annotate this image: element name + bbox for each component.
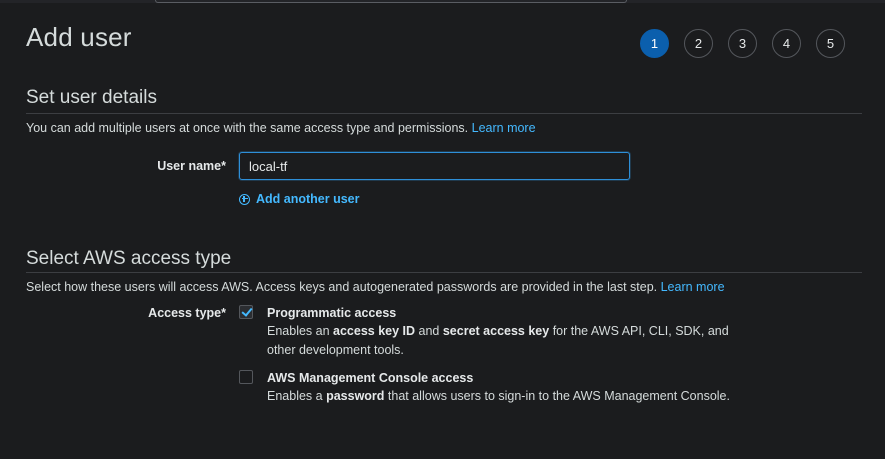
add-another-user-button[interactable]: Add another user: [239, 192, 360, 206]
user-details-learn-more-link[interactable]: Learn more: [472, 121, 536, 135]
step-5[interactable]: 5: [816, 29, 845, 58]
user-details-description-text: You can add multiple users at once with …: [26, 121, 469, 135]
access-type-description-text: Select how these users will access AWS. …: [26, 280, 658, 294]
page-title: Add user: [26, 22, 132, 52]
step-3[interactable]: 3: [728, 29, 757, 58]
programmatic-access-checkbox[interactable]: [239, 305, 253, 319]
step-2[interactable]: 2: [684, 29, 713, 58]
section-divider: [26, 113, 862, 114]
desc-text: Enables an: [267, 324, 334, 338]
console-access-checkbox[interactable]: [239, 370, 253, 384]
programmatic-access-title[interactable]: Programmatic access: [267, 306, 396, 320]
access-type-title: Select AWS access type: [26, 248, 232, 269]
section-divider: [26, 272, 862, 273]
search-bar-edge[interactable]: [155, 0, 627, 3]
desc-text: that allows users to sign-in to the AWS …: [384, 389, 730, 403]
step-1[interactable]: 1: [640, 29, 669, 58]
desc-text: other development tools.: [267, 343, 404, 357]
desc-emphasis: access key ID: [333, 324, 416, 338]
console-access-description: Enables a password that allows users to …: [267, 387, 737, 406]
plus-circle-icon: [239, 193, 250, 205]
add-another-user-label: Add another user: [256, 192, 360, 206]
desc-emphasis: password: [326, 389, 385, 403]
desc-emphasis: secret access key: [442, 324, 550, 338]
programmatic-access-description: Enables an access key ID and secret acce…: [267, 322, 737, 360]
checkmark-icon: [241, 305, 253, 317]
access-type-learn-more-link[interactable]: Learn more: [661, 280, 725, 294]
top-strip: [0, 0, 885, 3]
desc-text: Enables a: [267, 389, 327, 403]
user-name-label: User name*: [157, 159, 226, 173]
desc-text: and: [415, 324, 443, 338]
step-4[interactable]: 4: [772, 29, 801, 58]
console-access-title[interactable]: AWS Management Console access: [267, 371, 473, 385]
user-details-description: You can add multiple users at once with …: [26, 121, 536, 135]
user-details-title: Set user details: [26, 87, 157, 108]
access-type-label: Access type*: [148, 306, 226, 320]
access-type-description: Select how these users will access AWS. …: [26, 280, 725, 294]
wizard-steps: 1 2 3 4 5: [640, 29, 845, 58]
user-name-input[interactable]: [239, 152, 630, 180]
desc-text: for the AWS API, CLI, SDK, and: [549, 324, 729, 338]
